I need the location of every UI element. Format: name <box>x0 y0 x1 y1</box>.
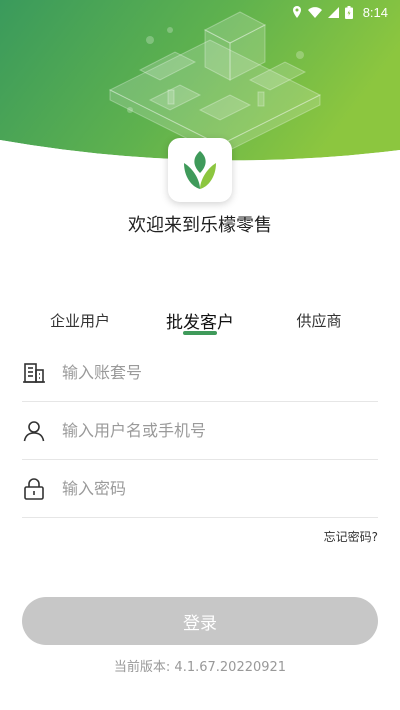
password-input[interactable] <box>62 479 352 498</box>
username-field <box>22 402 378 460</box>
password-field <box>22 460 378 518</box>
lock-icon <box>22 477 46 501</box>
login-screen: 8:14 欢迎来到乐檬零售 企业用户 批发客户 供应商 输入账套号 输入用户名或… <box>0 0 400 710</box>
leaf-logo-icon <box>184 151 216 189</box>
wifi-icon <box>307 6 322 18</box>
signal-icon <box>327 6 339 18</box>
active-tab-indicator <box>183 331 217 335</box>
status-time: 8:14 <box>362 4 388 20</box>
tab-supplier[interactable]: 供应商 <box>280 310 358 340</box>
app-logo <box>168 138 232 202</box>
status-bar: 8:14 <box>0 0 400 24</box>
account-input[interactable] <box>62 363 352 382</box>
battery-icon <box>344 5 353 19</box>
login-button[interactable]: 登录 <box>22 597 378 645</box>
account-field <box>22 344 378 402</box>
user-icon <box>22 419 46 443</box>
tab-enterprise-user[interactable]: 企业用户 <box>40 310 120 340</box>
welcome-title: 欢迎来到乐檬零售 <box>128 215 272 236</box>
username-input[interactable] <box>62 421 352 440</box>
location-icon <box>292 6 302 18</box>
user-type-tabs: 企业用户 批发客户 供应商 <box>0 306 400 346</box>
version-text: 当前版本: 4.1.67.20220921 <box>113 660 287 675</box>
forgot-password-link[interactable]: 忘记密码? <box>324 528 378 545</box>
building-icon <box>22 361 46 385</box>
